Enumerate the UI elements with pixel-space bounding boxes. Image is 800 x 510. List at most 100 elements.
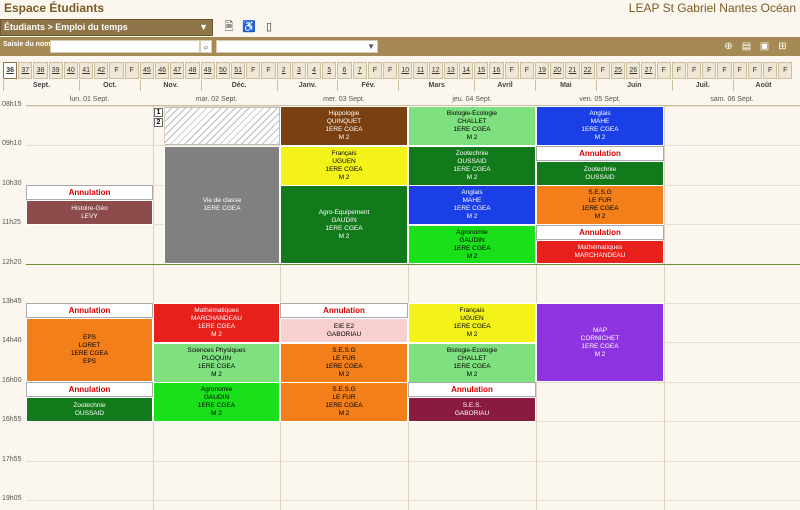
course-block[interactable]: MAP CORNICHET 1ERE CGEA M 2 — [536, 303, 664, 382]
course-detail: 1ERE CGEA — [197, 402, 236, 409]
week-button[interactable]: 11 — [413, 62, 428, 79]
week-button[interactable]: 46 — [155, 62, 170, 79]
course-block[interactable]: Zootechnie OUSSAID 1ERE CGEA M 2 — [408, 146, 536, 186]
course-block[interactable]: Anglais MAHE 1ERE CGEA M 2 — [408, 185, 536, 225]
course-block[interactable]: EIE E2 GABORIAU — [280, 318, 408, 343]
week-button[interactable]: 25 — [611, 62, 626, 79]
week-button[interactable]: 10 — [398, 62, 413, 79]
course-subject: EIE E2 — [333, 322, 355, 330]
print-icon[interactable]: ▤ — [740, 40, 753, 53]
course-detail: GAUDIN — [331, 216, 357, 224]
course-detail: M 2 — [466, 252, 478, 260]
week-button[interactable]: 2 — [276, 62, 291, 79]
search-input[interactable] — [50, 40, 200, 53]
course-detail: M 2 — [594, 350, 606, 358]
course-block[interactable]: Français UGUEN 1ERE CGEA M 2 — [408, 303, 536, 343]
course-block[interactable]: Mathématiques MARCHANDEAU — [536, 240, 664, 264]
chevron-down-icon: ▼ — [367, 42, 375, 51]
week-button[interactable]: 6 — [337, 62, 352, 79]
week-view-icon[interactable]: ▣ — [758, 40, 771, 53]
course-block[interactable]: Mathématiques MARCHANDEAU 1ERE CGEA M 2 — [153, 303, 280, 343]
week-button[interactable]: F — [383, 62, 398, 79]
week-button[interactable]: F — [656, 62, 671, 79]
course-block[interactable]: S.E.S.G LE FUR 1ERE CGEA M 2 — [280, 343, 408, 383]
week-button[interactable]: F — [747, 62, 762, 79]
week-button[interactable]: 14 — [459, 62, 474, 79]
breadcrumb-select[interactable]: Étudiants > Emploi du temps ▼ — [0, 19, 213, 36]
course-block[interactable]: Histoire-Géo LEVY — [26, 200, 153, 225]
school-name: LEAP St Gabriel Nantes Océan — [628, 1, 796, 15]
course-block[interactable]: Agronomie GAUDIN 1ERE CGEA M 2 — [408, 225, 536, 264]
week-button[interactable]: 22 — [580, 62, 595, 79]
course-block[interactable]: Anglais MAHE 1ERE CGEA M 2 — [536, 106, 664, 146]
week-button[interactable]: 15 — [474, 62, 489, 79]
week-button[interactable]: 21 — [565, 62, 580, 79]
week-button[interactable]: F — [732, 62, 747, 79]
week-button[interactable]: 39 — [48, 62, 63, 79]
week-button[interactable]: F — [687, 62, 702, 79]
page-tab-1[interactable]: 1 — [154, 108, 163, 117]
week-button[interactable]: 48 — [185, 62, 200, 79]
course-block[interactable]: Zootechnie OUSSAID — [26, 397, 153, 422]
week-button[interactable]: 41 — [79, 62, 94, 79]
course-block[interactable]: Biologie-Ecologie CHALLET 1ERE CGEA M 2 — [408, 343, 536, 383]
zoom-icon[interactable]: ⊕ — [722, 40, 735, 53]
grid-view-icon[interactable]: ⊞ — [776, 40, 789, 53]
course-block[interactable]: Biologie-Ecologie CHALLET 1ERE CGEA M 2 — [408, 106, 536, 146]
week-button[interactable]: 12 — [428, 62, 443, 79]
week-button[interactable]: F — [109, 62, 124, 79]
mobile-icon[interactable]: ▯ — [262, 20, 276, 34]
week-button[interactable]: 38 — [33, 62, 48, 79]
page-tab-2[interactable]: 2 — [154, 118, 163, 127]
week-button[interactable]: F — [246, 62, 261, 79]
course-block[interactable]: Agronomie GAUDIN 1ERE CGEA M 2 — [153, 382, 280, 422]
course-block[interactable]: Français UGUEN 1ERE CGEA M 2 — [280, 146, 408, 186]
week-button[interactable]: 50 — [215, 62, 230, 79]
search-icon[interactable]: ⌕ — [200, 40, 212, 53]
course-block[interactable]: Zootechnie OUSSAID — [536, 161, 664, 186]
filter-select[interactable]: ▼ — [216, 40, 378, 53]
week-button[interactable]: 36 — [3, 62, 18, 79]
course-block[interactable]: S.E.S.G LE FUR 1ERE CGEA M 2 — [280, 382, 408, 422]
week-button[interactable]: 42 — [94, 62, 109, 79]
week-button[interactable]: 27 — [641, 62, 656, 79]
accessibility-icon[interactable]: ♿ — [242, 20, 256, 34]
week-button[interactable]: 51 — [231, 62, 246, 79]
week-button[interactable]: F — [671, 62, 686, 79]
week-button[interactable]: F — [717, 62, 732, 79]
week-button[interactable]: F — [519, 62, 534, 79]
week-button[interactable]: 26 — [626, 62, 641, 79]
course-block[interactable]: S.E.S.G LE FUR 1ERE CGEA M 2 — [536, 185, 664, 225]
week-button[interactable]: F — [367, 62, 382, 79]
week-button[interactable]: 7 — [352, 62, 367, 79]
week-button[interactable]: 4 — [307, 62, 322, 79]
week-button[interactable]: 3 — [291, 62, 306, 79]
course-block[interactable]: S.E.S. GABORIAU — [408, 397, 536, 422]
month-label: Déc. — [200, 80, 277, 91]
course-block[interactable]: Hippologie QUINQUET 1ERE CGEA M 2 — [280, 106, 408, 146]
week-button[interactable]: F — [504, 62, 519, 79]
course-block[interactable]: Sciences Physiques PLOQUIN 1ERE CGEA M 2 — [153, 343, 280, 383]
week-button[interactable]: 37 — [18, 62, 33, 79]
week-button[interactable]: F — [778, 62, 793, 79]
course-block[interactable]: Vie de classe 1ERE CGEA — [164, 146, 280, 264]
week-button[interactable]: 47 — [170, 62, 185, 79]
course-detail: LE FUR — [588, 197, 612, 204]
week-button[interactable]: F — [261, 62, 276, 79]
week-button[interactable]: F — [124, 62, 139, 79]
course-subject: Histoire-Géo — [71, 204, 108, 212]
week-button[interactable]: 49 — [200, 62, 215, 79]
course-block[interactable]: EPS LORET 1ERE CGEA EPS — [26, 318, 153, 382]
week-button[interactable]: F — [702, 62, 717, 79]
week-button[interactable]: 5 — [322, 62, 337, 79]
week-button[interactable]: F — [763, 62, 778, 79]
week-button[interactable]: 20 — [550, 62, 565, 79]
week-button[interactable]: 16 — [489, 62, 504, 79]
week-button[interactable]: 13 — [443, 62, 458, 79]
week-button[interactable]: 45 — [139, 62, 154, 79]
week-button[interactable]: F — [595, 62, 610, 79]
course-block[interactable]: Agro-Equipement GAUDIN 1ERE CGEA M 2 — [280, 185, 408, 264]
week-button[interactable]: 19 — [535, 62, 550, 79]
pdf-icon[interactable]: 🗎 — [222, 20, 236, 34]
week-button[interactable]: 40 — [63, 62, 78, 79]
